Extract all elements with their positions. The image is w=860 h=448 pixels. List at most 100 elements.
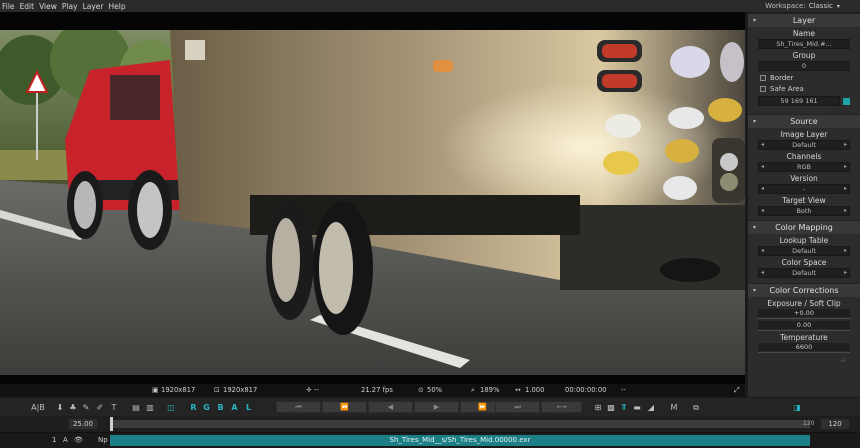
workspace-value: Classic <box>808 2 833 10</box>
workspace-label: Workspace: <box>765 2 806 10</box>
text-tool-icon[interactable]: T <box>109 401 119 414</box>
soft-clip-slider[interactable]: 0.00 <box>758 321 850 331</box>
loop-icon[interactable]: ⟷ <box>541 401 582 413</box>
channel-b-button[interactable]: B <box>216 401 225 414</box>
menu-play[interactable]: Play <box>62 2 78 11</box>
status-ratio: 1.000 <box>525 386 545 394</box>
menu-file[interactable]: File <box>2 2 15 11</box>
options-icon[interactable]: ⁘ <box>840 357 846 365</box>
section-color-corrections[interactable]: ▾ Color Corrections <box>748 283 860 297</box>
layer-row[interactable]: 1 A 👁 Np Sh_Tires_Mid__s/Sh_Tires_Mid.00… <box>0 432 860 448</box>
brush-icon[interactable]: ✐ <box>95 401 105 414</box>
color-swatch[interactable] <box>843 97 850 105</box>
status-magnify-icon: ⌕ <box>471 386 475 394</box>
exposure-icon[interactable]: ▬ <box>632 401 642 414</box>
menu-view[interactable]: View <box>39 2 57 11</box>
play-forward-icon[interactable]: ▶ <box>414 401 459 413</box>
border-label: Border <box>770 74 794 82</box>
gamma-icon[interactable]: ◢ <box>646 401 656 414</box>
safe-area-label: Safe Area <box>770 85 804 93</box>
channel-a-button[interactable]: A <box>230 401 239 414</box>
play-backward-icon[interactable]: ◀ <box>368 401 413 413</box>
checker-icon[interactable]: ▩ <box>606 401 616 414</box>
exposure-value: +0.00 <box>794 309 814 317</box>
end-frame-field[interactable]: 120 <box>820 418 850 430</box>
layer-a-toggle[interactable]: A <box>63 436 68 444</box>
border-toggle[interactable]: Border <box>760 74 848 82</box>
image-layer-label: Image Layer <box>780 130 828 139</box>
version-label: Version <box>790 174 818 183</box>
crop-icon[interactable]: ⊞ <box>593 401 603 414</box>
status-fps: 21.27 fps <box>361 386 393 394</box>
section-color-mapping-title: Color Mapping <box>775 223 833 232</box>
lut-dropdown[interactable]: Default <box>758 246 850 256</box>
pencil-icon[interactable]: ✎ <box>81 401 91 414</box>
frame-image <box>0 30 745 375</box>
temperature-value: 6600 <box>795 343 813 351</box>
section-layer[interactable]: ▾ Layer <box>748 13 860 27</box>
image-layer-dropdown[interactable]: Default <box>758 140 850 150</box>
temperature-label: Temperature <box>780 333 828 342</box>
version-dropdown[interactable]: - <box>758 184 850 194</box>
menu-edit[interactable]: Edit <box>20 2 35 11</box>
panel-toggle-icon[interactable]: ◨ <box>791 401 803 414</box>
collapse-icon: ▾ <box>753 224 757 231</box>
toolbar: A|B ⬇ ♣ ✎ ✐ T ▤ ▥ ◫ R G B A L ⏮ ⏪ ◀ ▶ ⏩ … <box>0 397 860 416</box>
timeline-track[interactable] <box>110 420 810 428</box>
go-to-end-icon[interactable]: ⏭ <box>495 401 540 413</box>
safe-area-checkbox[interactable] <box>760 86 766 92</box>
menu-layer[interactable]: Layer <box>83 2 104 11</box>
properties-panel: ▾ Layer Name Sh_Tires_Mid.#... Group 0 B… <box>748 13 860 397</box>
section-color-mapping[interactable]: ▾ Color Mapping <box>748 220 860 234</box>
status-zoom-icon: ⊙ <box>418 386 424 394</box>
soft-clip-value: 0.00 <box>796 321 812 329</box>
menu-help[interactable]: Help <box>108 2 125 11</box>
frame-icon[interactable]: ◫ <box>166 401 176 414</box>
eye-icon[interactable]: 👁 <box>74 436 83 444</box>
image-viewer[interactable] <box>0 12 745 384</box>
clip-bar[interactable]: Sh_Tires_Mid__s/Sh_Tires_Mid.00000.exr <box>110 435 810 446</box>
collapse-icon: ▾ <box>753 118 757 125</box>
save-icon[interactable]: ⬇ <box>55 401 65 414</box>
section-source[interactable]: ▾ Source <box>748 114 860 128</box>
monitor-button[interactable]: M <box>669 401 679 414</box>
group-field[interactable]: 0 <box>758 61 850 71</box>
temperature-slider[interactable]: 6600 <box>758 343 850 353</box>
safe-area-toggle[interactable]: Safe Area <box>760 85 848 93</box>
exposure-slider[interactable]: +0.00 <box>758 309 850 319</box>
playhead[interactable] <box>110 417 113 431</box>
levels-icon[interactable]: ⫪ <box>619 401 629 414</box>
channel-l-button[interactable]: L <box>244 401 253 414</box>
layer-np-toggle[interactable]: Np <box>98 436 108 444</box>
split-icon[interactable]: ▥ <box>145 401 155 414</box>
fullscreen-icon[interactable]: ⤢ <box>734 386 739 395</box>
stamp-icon[interactable]: ♣ <box>68 401 78 414</box>
status-timecode: 00:00:00:00 <box>565 386 607 394</box>
section-color-corrections-title: Color Corrections <box>769 286 839 295</box>
channel-g-button[interactable]: G <box>202 401 211 414</box>
workspace-selector[interactable]: Workspace: Classic ▾ <box>745 0 860 12</box>
layer-name-field[interactable]: Sh_Tires_Mid.#... <box>758 39 850 49</box>
exposure-label: Exposure / Soft Clip <box>767 299 841 308</box>
compare-ab-button[interactable]: A|B <box>30 401 46 414</box>
status-magnify: 189% <box>480 386 500 394</box>
step-back-icon[interactable]: ⏪ <box>322 401 367 413</box>
current-frame-field[interactable]: 25.00 <box>68 418 98 430</box>
status-ratio-icon: ↔ <box>515 386 521 394</box>
border-checkbox[interactable] <box>760 75 766 81</box>
layers-icon[interactable]: ▤ <box>131 401 141 414</box>
color-space-dropdown[interactable]: Default <box>758 268 850 278</box>
status-image-size: 1920x817 <box>161 386 196 394</box>
go-to-start-icon[interactable]: ⏮ <box>276 401 321 413</box>
channels-dropdown[interactable]: RGB <box>758 162 850 172</box>
layer-index: 1 <box>52 436 57 444</box>
status-position: -- <box>314 386 319 394</box>
viewer-status-bar: ▣ 1920x817 ⊡ 1920x817 ✛ -- 21.27 fps ⊙ 5… <box>0 384 745 397</box>
snapshot-icon[interactable]: ⧉ <box>691 401 701 414</box>
group-label: Group <box>792 51 816 60</box>
section-source-title: Source <box>790 117 818 126</box>
target-view-dropdown[interactable]: Both <box>758 206 850 216</box>
layer-color-field[interactable]: 59 169 161 <box>758 96 840 106</box>
channel-r-button[interactable]: R <box>189 401 198 414</box>
name-label: Name <box>792 29 816 38</box>
